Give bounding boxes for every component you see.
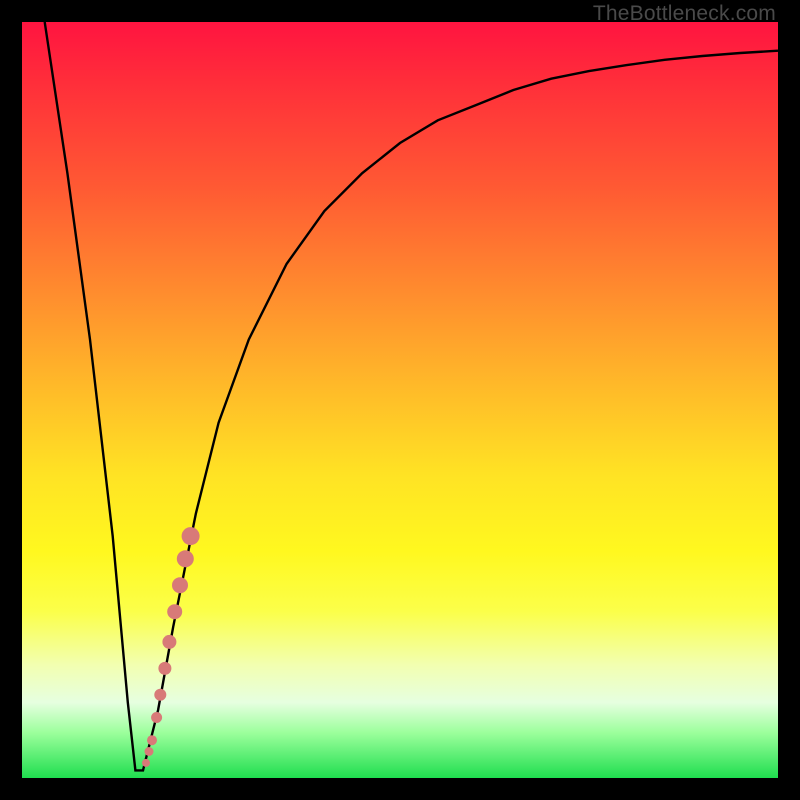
bottleneck-curve (45, 22, 778, 770)
highlight-dot (145, 747, 154, 756)
highlight-dots (142, 527, 200, 767)
highlight-dot (154, 689, 166, 701)
chart-frame: TheBottleneck.com (0, 0, 800, 800)
highlight-dot (147, 735, 157, 745)
highlight-dot (158, 662, 171, 675)
highlight-dot (167, 604, 182, 619)
highlight-dot (177, 550, 194, 567)
highlight-dot (182, 527, 200, 545)
highlight-dot (151, 712, 162, 723)
highlight-dot (142, 759, 150, 767)
highlight-dot (172, 577, 188, 593)
chart-svg (22, 22, 778, 778)
highlight-dot (162, 635, 176, 649)
